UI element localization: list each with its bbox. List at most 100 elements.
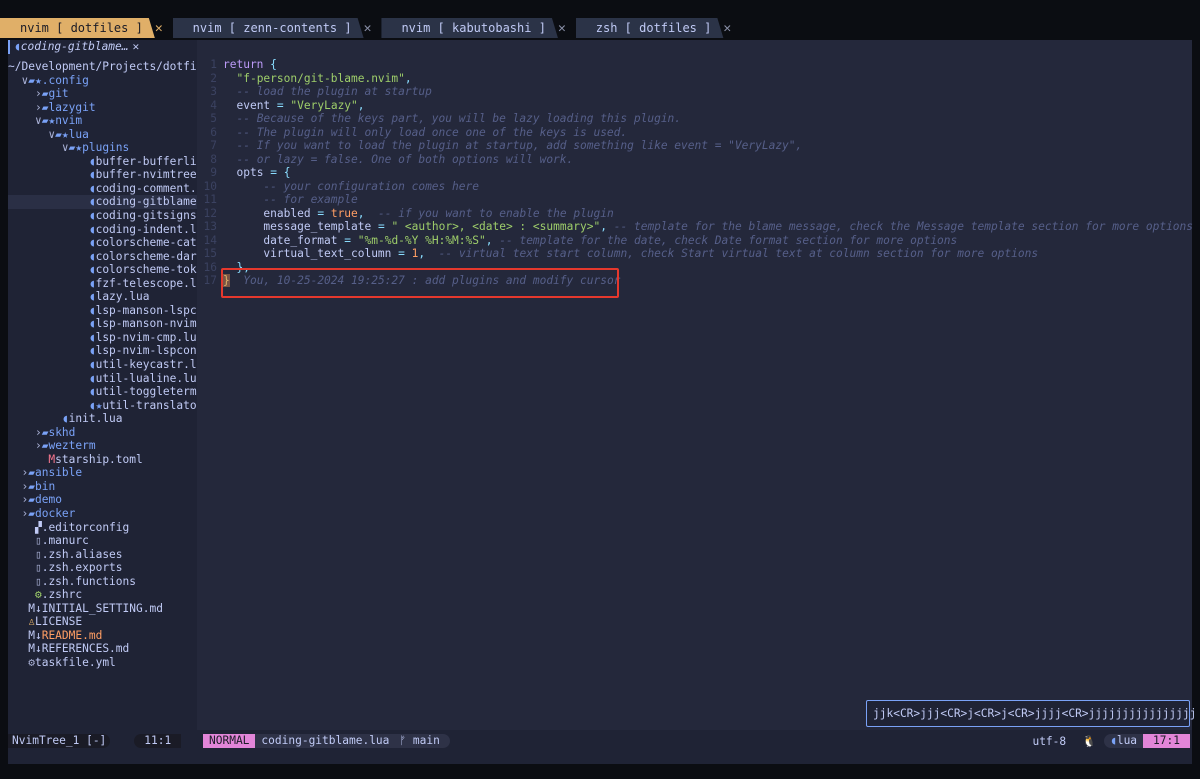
terminal-tab-2[interactable]: nvim [ zenn-contents ] (173, 18, 380, 38)
tree-file[interactable]: ◖coding-gitblame. (8, 195, 197, 209)
code-line[interactable]: 3 -- load the plugin at startup (197, 85, 1192, 99)
tree-folder[interactable]: ›▰wezterm (8, 439, 197, 453)
tree-folder[interactable]: ∨▰★lua (8, 128, 197, 142)
tree-file[interactable]: ◖lsp-manson-nvim. (8, 317, 197, 331)
command-line[interactable] (8, 752, 1192, 764)
chevron-down-icon[interactable]: ∨ (62, 141, 69, 154)
tree-folder[interactable]: ∨▰★nvim (8, 114, 197, 128)
tree-file[interactable]: ◖coding-indent.lu (8, 223, 197, 237)
file-type-icon: ◖★ (88, 398, 103, 412)
tree-file[interactable]: ◖coding-gitsigns. (8, 209, 197, 223)
tree-file[interactable]: ◖lsp-nvim-lspconf (8, 344, 197, 358)
tree-file[interactable]: ◖colorscheme-darc (8, 250, 197, 264)
terminal-tab-4[interactable]: zsh [ dotfiles ] (576, 18, 740, 38)
tree-file[interactable]: ◖colorscheme-catp (8, 236, 197, 250)
chevron-right-icon[interactable]: › (35, 426, 42, 439)
nvim-tree-sidebar[interactable]: ◖ coding-gitblame… ✕ ~/Development/Proje… (8, 40, 197, 730)
code-line[interactable]: 10 -- your configuration comes here (197, 180, 1192, 194)
code-text: event = "VeryLazy", (236, 98, 365, 112)
tree-file[interactable]: ▯.zsh.aliases (8, 548, 197, 562)
tree-file[interactable]: ◖fzf-telescope.lu (8, 277, 197, 291)
line-number: 14 (203, 233, 217, 247)
tree-file[interactable]: ⚙.zshrc (8, 588, 197, 602)
code-line[interactable]: 6 -- The plugin will only load once one … (197, 126, 1192, 140)
tree-item-label: .config (41, 73, 89, 87)
chevron-down-icon[interactable]: ∨ (35, 114, 42, 127)
chevron-right-icon[interactable]: › (35, 101, 42, 114)
code-line[interactable]: 13 message_template = " <author>, <date>… (197, 220, 1194, 234)
tree-file[interactable]: ◖lsp-nvim-cmp.lua (8, 331, 197, 345)
code-line[interactable]: 9 opts = { (197, 166, 1192, 180)
tree-file[interactable]: ◖buffer-nvimtree. (8, 168, 197, 182)
tree-file[interactable]: ▯.zsh.functions (8, 575, 197, 589)
file-type-icon: M↓ (28, 628, 42, 642)
tree-file[interactable]: ◖coding-comment.l (8, 182, 197, 196)
line-number: 2 (210, 71, 217, 85)
lua-icon: ◖ (1110, 734, 1117, 747)
code-editor[interactable]: 1 return {2 "f-person/git-blame.nvim", 3 -… (197, 58, 1194, 718)
file-type-icon: ⚙ (28, 656, 35, 670)
tree-folder[interactable]: ›▰git (8, 87, 197, 101)
file-type-icon: ♙ (28, 615, 35, 629)
tree-file[interactable]: ◖buffer-bufferlin (8, 155, 197, 169)
tree-folder[interactable]: ›▰skhd (8, 426, 197, 440)
code-line[interactable]: 8 -- or lazy = false. One of both option… (197, 153, 1192, 167)
terminal-tab-1[interactable]: nvim [ dotfiles ] (0, 18, 171, 38)
tree-folder[interactable]: ›▰docker (8, 507, 197, 521)
tree-file[interactable]: ◖★util-translato (8, 399, 197, 413)
code-text: -- or lazy = false. One of both options … (236, 152, 574, 166)
code-line[interactable]: 4 event = "VeryLazy", (197, 99, 1192, 113)
code-line[interactable]: 1 return { (197, 58, 1192, 72)
tree-file[interactable]: ◖util-keycastr.lu (8, 358, 197, 372)
code-line[interactable]: 11 -- for example (197, 193, 1192, 207)
code-line[interactable]: 5 -- Because of the keys part, you will … (197, 112, 1192, 126)
tree-item-label: colorscheme-toky (95, 263, 197, 277)
tree-file[interactable]: ◖init.lua (8, 412, 197, 426)
tab-close-icon[interactable]: ✕ (723, 18, 731, 38)
code-line[interactable]: 2 "f-person/git-blame.nvim", (197, 72, 1192, 86)
tree-file[interactable]: ◖util-toggleterm. (8, 385, 197, 399)
tree-file[interactable]: M↓REFERENCES.md (8, 642, 197, 656)
chevron-right-icon[interactable]: › (35, 87, 42, 100)
tree-file[interactable]: M↓README.md (8, 629, 197, 643)
file-type-icon: ◖ (88, 222, 96, 236)
tree-item-label: LICENSE (34, 615, 83, 629)
tree-item-label: lsp-manson-nvim. (95, 317, 197, 331)
tree-folder[interactable]: ›▰demo (8, 493, 197, 507)
tree-file[interactable]: ◖lazy.lua (8, 290, 197, 304)
tree-folder[interactable]: ›▰ansible (8, 466, 197, 480)
line-number: 15 (203, 247, 217, 260)
line-number: 1 (210, 58, 217, 71)
tab-close-icon[interactable]: ✕ (364, 18, 372, 38)
file-type-icon: ◖ (88, 195, 96, 209)
code-line[interactable]: 7 -- If you want to load the plugin at s… (197, 139, 1192, 153)
tree-folder[interactable]: ∨▰★plugins (8, 141, 197, 155)
tree-file[interactable]: ▯.manurc (8, 534, 197, 548)
chevron-right-icon[interactable]: › (35, 439, 42, 452)
close-icon[interactable]: ✕ (133, 40, 140, 54)
line-number: 5 (210, 112, 217, 125)
tree-folder[interactable]: ›▰bin (8, 480, 197, 494)
tree-file[interactable]: ▞.editorconfig (8, 521, 197, 535)
line-number: 6 (210, 125, 217, 139)
file-type-icon: ◖ (88, 317, 96, 331)
tree-file[interactable]: M↓INITIAL_SETTING.md (8, 602, 197, 616)
terminal-tab-3[interactable]: nvim [ kabutobashi ] (381, 18, 574, 38)
tree-file[interactable]: ⚙taskfile.yml (8, 656, 197, 670)
tree-folder[interactable]: ›▰lazygit (8, 101, 197, 115)
tree-file[interactable]: ◖lsp-manson-lspco (8, 304, 197, 318)
code-line[interactable]: 12 enabled = true, -- if you want to ena… (197, 207, 1192, 221)
tree-file[interactable]: ♙LICENSE (8, 615, 197, 629)
tab-close-icon[interactable]: ✕ (155, 18, 163, 38)
tree-file[interactable]: ◖util-lualine.lua (8, 372, 197, 386)
tree-file[interactable]: Mstarship.toml (8, 453, 197, 467)
code-line[interactable]: 14 date_format = "%m-%d-%Y %H:%M:%S", --… (197, 234, 1192, 248)
statusline: NvimTree_1 [-] 11:1 NORMAL coding-gitbla… (8, 730, 1192, 752)
tree-folder[interactable]: ∨▰★.config (8, 74, 197, 88)
tree-file[interactable]: ▯.zsh.exports (8, 561, 197, 575)
tree-root-path[interactable]: ~/Development/Projects/dotfi (8, 60, 197, 74)
code-line[interactable]: 15 virtual_text_column = 1, -- virtual t… (197, 247, 1192, 261)
tree-file[interactable]: ◖colorscheme-toky (8, 263, 197, 277)
statusline-filename: coding-gitblame.lua (255, 734, 396, 748)
tab-close-icon[interactable]: ✕ (558, 18, 566, 38)
